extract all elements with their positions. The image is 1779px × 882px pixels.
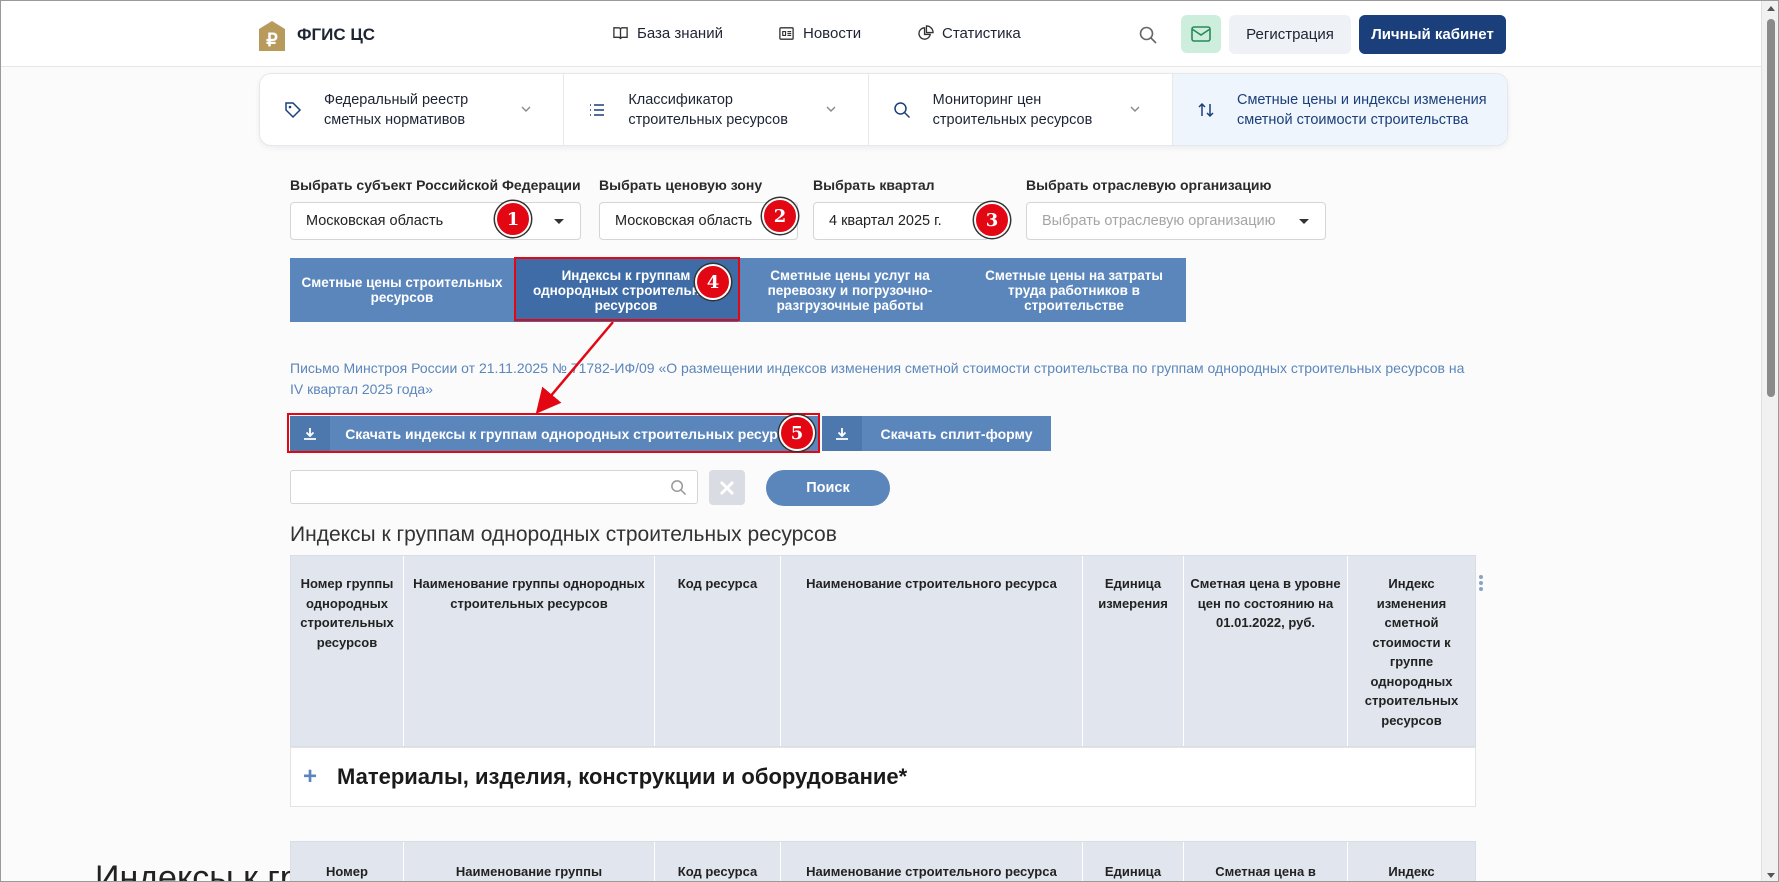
chevron-down-icon (826, 106, 836, 112)
subject-select[interactable]: Московская область (290, 202, 581, 240)
download-split-form-label: Скачать сплит-форму (880, 425, 1033, 442)
column-header: Индекс изменения сметной стоимости к гру… (1364, 576, 1459, 728)
annotation-highlight-download (287, 413, 820, 453)
chevron-down-icon (521, 106, 531, 112)
nav-knowledge-base[interactable]: База знаний (612, 25, 723, 42)
column-header: Наименование строительного ресурса (781, 556, 1083, 746)
annotation-badge: 3 (974, 202, 1010, 238)
svg-text:₽: ₽ (266, 30, 278, 50)
nav-label: Статистика (942, 25, 1021, 42)
table-group-row[interactable]: + Материалы, изделия, конструкции и обор… (290, 747, 1476, 807)
scroll-up-icon[interactable] (1767, 6, 1775, 11)
close-icon (719, 480, 735, 495)
column-header: Сметная цена в (1184, 842, 1348, 881)
chevron-down-icon (1130, 106, 1140, 112)
register-button[interactable]: Регистрация (1229, 15, 1351, 54)
list-icon (590, 103, 605, 116)
column-header: Индекс (1388, 864, 1435, 879)
org-select[interactable]: Выбрать отраслевую организацию (1026, 202, 1326, 240)
column-header: Код ресурса (655, 842, 781, 881)
tag-icon (285, 101, 302, 118)
section-selector: Федеральный реестр сметных нормативов Кл… (259, 73, 1508, 146)
mail-button[interactable] (1181, 15, 1221, 53)
section-label: Мониторинг цен строительных ресурсов (932, 91, 1093, 128)
download-split-form-button[interactable]: Скачать сплит-форму (822, 416, 1051, 451)
section-federal-registry[interactable]: Федеральный реестр сметных нормативов (260, 74, 565, 145)
section-classifier[interactable]: Классификатор строительных ресурсов (564, 74, 869, 145)
annotation-badge: 1 (495, 201, 531, 237)
top-header: ₽ ФГИС ЦС База знаний Новости Статистика… (1, 1, 1761, 67)
zone-value: Московская область (615, 213, 753, 229)
logo-icon[interactable]: ₽ (258, 20, 286, 52)
search-button[interactable]: Поиск (766, 470, 890, 506)
search-input[interactable] (290, 470, 698, 504)
subject-label: Выбрать субъект Российской Федерации (290, 177, 581, 193)
search-icon (893, 101, 910, 118)
column-header: Единица (1083, 842, 1184, 881)
column-header: Наименование группы однородных строитель… (404, 556, 655, 746)
brand-name[interactable]: ФГИС ЦС (297, 25, 375, 45)
annotation-badge: 5 (779, 415, 815, 451)
org-placeholder: Выбрать отраслевую организацию (1042, 213, 1276, 229)
section-label: Классификатор строительных ресурсов (628, 91, 788, 128)
nav-statistics[interactable]: Статистика (917, 25, 1021, 42)
annotation-badge: 2 (762, 198, 798, 234)
scroll-thumb[interactable] (1767, 19, 1775, 397)
tab-construction-resource-prices[interactable]: Сметные цены строительных ресурсов (290, 258, 514, 322)
search-icon (671, 480, 687, 496)
table-title: Индексы к группам однородных строительны… (290, 523, 837, 546)
nav-label: Новости (803, 25, 862, 42)
search-icon[interactable] (1138, 25, 1158, 45)
caret-down-icon (1299, 219, 1309, 224)
section-price-monitoring[interactable]: Мониторинг цен строительных ресурсов (869, 74, 1173, 145)
column-header: Сметная цена в уровне цен по состоянию н… (1184, 556, 1348, 746)
group-row-label: Материалы, изделия, конструкции и оборуд… (337, 764, 908, 789)
download-icon (822, 416, 862, 451)
column-header: Единица измерения (1083, 556, 1184, 746)
zone-label: Выбрать ценовую зону (599, 177, 763, 193)
nav-label: База знаний (637, 25, 723, 42)
column-menu-icon[interactable] (1479, 575, 1483, 593)
quarter-label: Выбрать квартал (813, 177, 935, 193)
table-header-secondary: Номер Наименование группы Код ресурса На… (290, 841, 1476, 881)
annotation-badge: 4 (695, 264, 731, 300)
tab-transport-prices[interactable]: Сметные цены услуг на перевозку и погруз… (738, 258, 962, 322)
sort-arrows-icon (1198, 102, 1214, 117)
scroll-down-icon[interactable] (1767, 873, 1775, 878)
org-label: Выбрать отраслевую организацию (1026, 177, 1272, 193)
column-header: Код ресурса (655, 556, 781, 746)
column-header: Наименование группы (404, 842, 655, 881)
personal-cabinet-button[interactable]: Личный кабинет (1359, 15, 1506, 54)
mail-icon (1191, 26, 1211, 42)
expand-plus-icon[interactable]: + (303, 763, 331, 791)
table-header: Номер группы однородных строительных рес… (290, 555, 1476, 747)
section-estimated-prices[interactable]: Сметные цены и индексы изменения сметной… (1172, 74, 1507, 145)
tab-labor-costs[interactable]: Сметные цены на затраты труда работников… (962, 258, 1186, 322)
column-header: Номер группы однородных строительных рес… (291, 556, 404, 746)
caret-down-icon (554, 219, 564, 224)
column-header: Номер (291, 842, 404, 881)
nav-news[interactable]: Новости (778, 25, 861, 42)
subject-value: Московская область (306, 213, 444, 229)
quarter-value: 4 квартал 2025 г. (829, 213, 942, 229)
section-label: Федеральный реестр сметных нормативов (324, 91, 469, 128)
chart-pie-icon (918, 25, 934, 40)
vertical-scrollbar[interactable] (1761, 1, 1778, 881)
ministry-letter-link[interactable]: Письмо Минстроя России от 21.11.2025 № 7… (290, 358, 1470, 400)
browser-viewport: Индексы к группам однородных строительны… (0, 0, 1779, 882)
clear-search-button[interactable] (709, 470, 745, 505)
section-label: Сметные цены и индексы изменения сметной… (1236, 91, 1487, 128)
quarter-select[interactable]: 4 квартал 2025 г. (813, 202, 989, 240)
book-icon (613, 27, 628, 40)
news-icon (779, 27, 794, 40)
column-header: Наименование строительного ресурса (781, 842, 1083, 881)
